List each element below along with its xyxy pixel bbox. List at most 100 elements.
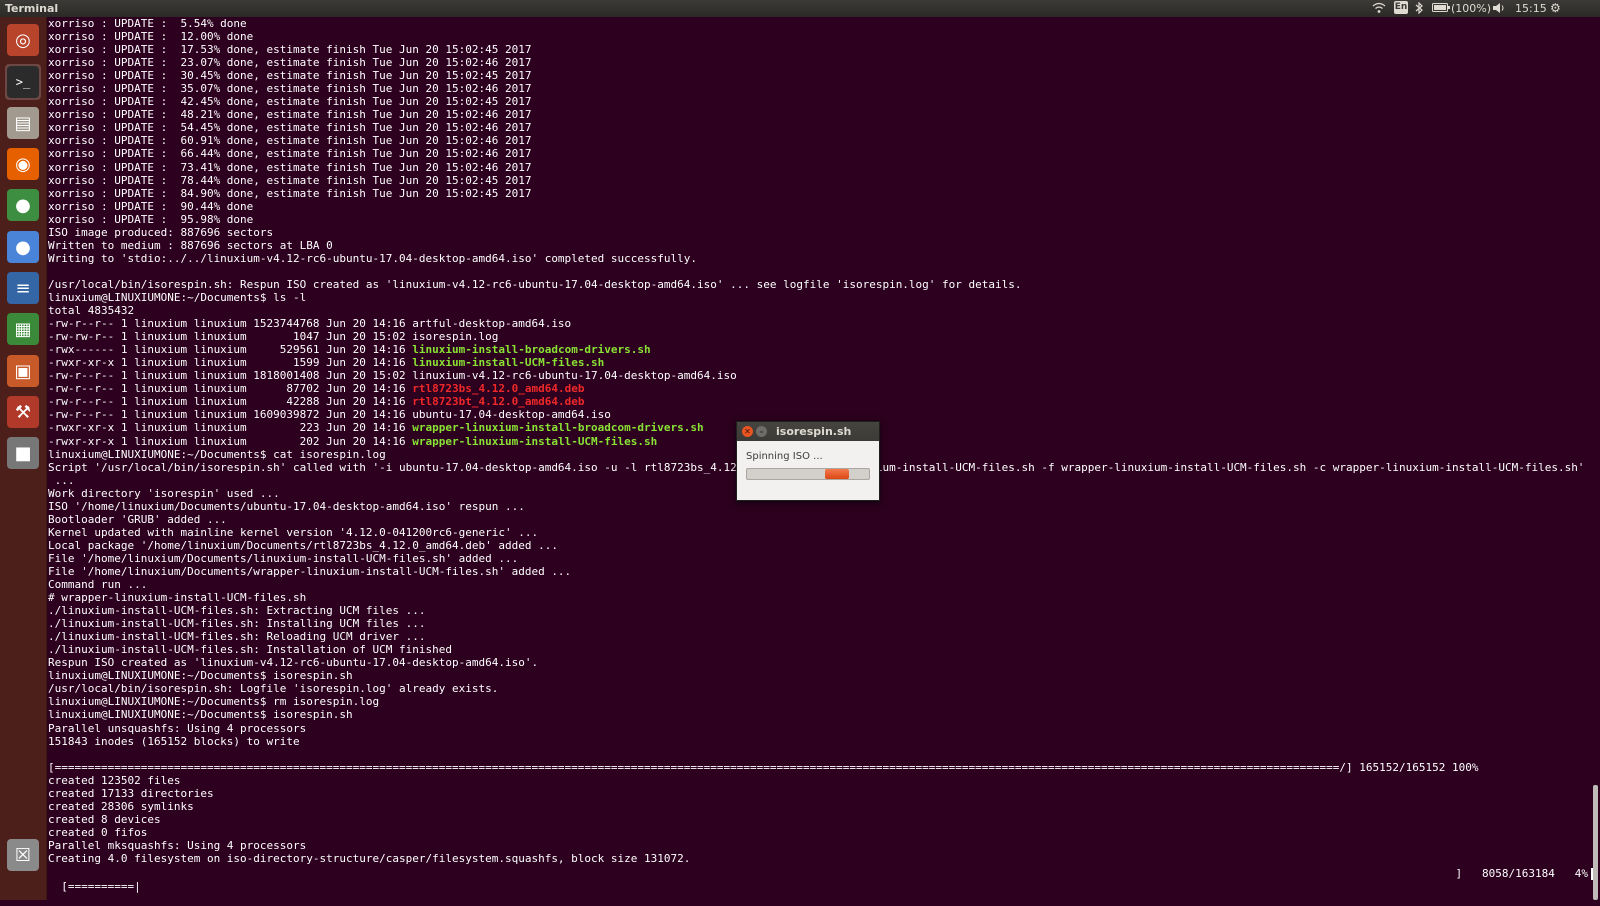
- clock[interactable]: 15:15: [1515, 2, 1547, 15]
- terminal-line: xorriso : UPDATE : 73.41% done, estimate…: [48, 161, 1600, 174]
- terminal-text: xorriso : UPDATE : 84.90% done, estimate…: [48, 186, 532, 200]
- launcher-firefox-button[interactable]: ◉: [5, 146, 41, 182]
- terminal-line: created 0 fifos: [48, 826, 1600, 839]
- bluetooth-icon[interactable]: [1415, 1, 1423, 17]
- terminal-text: Command run ...: [48, 578, 148, 592]
- terminal-text: xorriso : UPDATE : 35.07% done, estimate…: [48, 82, 532, 96]
- minimize-icon[interactable]: –: [756, 426, 767, 437]
- terminal-line: -rwx------ 1 linuxium linuxium 529561 Ju…: [48, 343, 1600, 356]
- terminal-line: -rwxr-xr-x 1 linuxium linuxium 1599 Jun …: [48, 356, 1600, 369]
- terminal-line: -rw-r--r-- 1 linuxium linuxium 152374476…: [48, 317, 1600, 330]
- terminal-line: File '/home/linuxium/Documents/wrapper-l…: [48, 565, 1600, 578]
- terminal-text: -rwxr-xr-x 1 linuxium linuxium 223 Jun 2…: [48, 421, 413, 435]
- launcher-camera-button[interactable]: ■: [5, 435, 41, 471]
- terminal-line: -rw-r--r-- 1 linuxium linuxium 87702 Jun…: [48, 382, 1600, 395]
- terminal-text: /usr/local/bin/isorespin.sh: Respun ISO …: [48, 277, 1022, 291]
- terminal-line: linuxium@LINUXIUMONE:~/Documents$ isores…: [48, 669, 1600, 682]
- terminal-text: [=======================================…: [48, 760, 1479, 774]
- launcher-calc-button[interactable]: ▦: [5, 311, 41, 347]
- terminal-scrollbar[interactable]: [1593, 785, 1598, 900]
- launcher-writer-button[interactable]: ≡: [5, 270, 41, 306]
- terminal-text: ./linuxium-install-UCM-files.sh: Reloadi…: [48, 630, 426, 644]
- terminal-text: -rw-r--r-- 1 linuxium linuxium 87702 Jun…: [48, 382, 413, 396]
- terminal-text: Parallel unsquashfs: Using 4 processors: [48, 721, 307, 735]
- files-icon: ▤: [7, 107, 39, 139]
- terminal-text: 151843 inodes (165152 blocks) to write: [48, 734, 300, 748]
- terminal-line: Writing to 'stdio:../../linuxium-v4.12-r…: [48, 252, 1600, 265]
- terminal-line: ISO '/home/linuxium/Documents/ubuntu-17.…: [48, 500, 1600, 513]
- terminal-line: xorriso : UPDATE : 48.21% done, estimate…: [48, 108, 1600, 121]
- terminal-line: ./linuxium-install-UCM-files.sh: Extract…: [48, 604, 1600, 617]
- terminal-line: xorriso : UPDATE : 17.53% done, estimate…: [48, 43, 1600, 56]
- firefox-icon: ◉: [7, 148, 39, 180]
- terminal-highlighted-text: rtl8723bs_4.12.0_amd64.deb: [412, 382, 585, 396]
- trash-icon: ☒: [7, 839, 39, 871]
- battery-percent: (100%): [1451, 2, 1492, 15]
- terminal-highlighted-text: wrapper-linuxium-install-UCM-files.sh: [412, 434, 658, 448]
- terminal-line: linuxium@LINUXIUMONE:~/Documents$ isores…: [48, 708, 1600, 721]
- terminal-line: linuxium@LINUXIUMONE:~/Documents$ ls -l: [48, 291, 1600, 304]
- launcher-trash-button[interactable]: ☒: [5, 837, 41, 873]
- terminal-line: Kernel updated with mainline kernel vers…: [48, 526, 1600, 539]
- terminal-text: xorriso : UPDATE : 12.00% done: [48, 30, 254, 44]
- launcher-files-button[interactable]: ▤: [5, 105, 41, 141]
- battery-icon[interactable]: [1432, 2, 1450, 16]
- terminal-line: Local package '/home/linuxium/Documents/…: [48, 539, 1600, 552]
- isorespin-dialog: ✕ – isorespin.sh Spinning ISO ...: [736, 421, 880, 501]
- terminal-text: xorriso : UPDATE : 54.45% done, estimate…: [48, 121, 532, 135]
- terminal-text: created 17133 directories: [48, 786, 214, 800]
- terminal-text: xorriso : UPDATE : 66.44% done, estimate…: [48, 147, 532, 161]
- terminal-line: created 17133 directories: [48, 787, 1600, 800]
- writer-icon: ≡: [7, 272, 39, 304]
- impress-icon: ▣: [7, 355, 39, 387]
- terminal-line: Creating 4.0 filesystem on iso-directory…: [48, 852, 1600, 865]
- terminal-line: ./linuxium-install-UCM-files.sh: Install…: [48, 617, 1600, 630]
- terminal-text: -rw-rw-r-- 1 linuxium linuxium 1047 Jun …: [48, 330, 499, 344]
- terminal-line: Written to medium : 887696 sectors at LB…: [48, 239, 1600, 252]
- volume-icon[interactable]: [1492, 2, 1506, 17]
- launcher-impress-button[interactable]: ▣: [5, 353, 41, 389]
- close-icon[interactable]: ✕: [742, 426, 753, 437]
- launcher-ubuntu-dash-button[interactable]: ◎: [5, 22, 41, 58]
- launcher: ◎ >_ ▤ ◉ ● ● ≡ ▦ ▣ ⚒ ■ ☒: [0, 17, 47, 900]
- app-title: Terminal: [5, 2, 59, 15]
- terminal-text: xorriso : UPDATE : 73.41% done, estimate…: [48, 160, 532, 174]
- dialog-message: Spinning ISO ...: [746, 451, 823, 462]
- terminal-text: ./linuxium-install-UCM-files.sh: Install…: [48, 617, 426, 631]
- terminal-line: Bootloader 'GRUB' added ...: [48, 513, 1600, 526]
- terminal-text: File '/home/linuxium/Documents/wrapper-l…: [48, 564, 572, 578]
- launcher-system-settings-button[interactable]: ⚒: [5, 394, 41, 430]
- terminal-text: ./linuxium-install-UCM-files.sh: Extract…: [48, 604, 426, 618]
- launcher-chromium-button[interactable]: ●: [5, 229, 41, 265]
- launcher-terminal-button[interactable]: >_: [5, 64, 41, 100]
- terminal-line: Command run ...: [48, 578, 1600, 591]
- launcher-chrome-button[interactable]: ●: [5, 187, 41, 223]
- terminal-text: xorriso : UPDATE : 78.44% done, estimate…: [48, 173, 532, 187]
- terminal-highlighted-text: linuxium-install-broadcom-drivers.sh: [412, 343, 651, 357]
- wifi-icon[interactable]: [1372, 2, 1386, 17]
- terminal-line: xorriso : UPDATE : 30.45% done, estimate…: [48, 69, 1600, 82]
- settings-gear-icon[interactable]: ⚙: [1550, 1, 1561, 15]
- terminal-text: ...: [48, 473, 75, 487]
- terminal-line: ./linuxium-install-UCM-files.sh: Install…: [48, 643, 1600, 656]
- keyboard-icon[interactable]: En: [1394, 1, 1408, 14]
- terminal-line: xorriso : UPDATE : 60.91% done, estimate…: [48, 134, 1600, 147]
- terminal-text: File '/home/linuxium/Documents/linuxium-…: [48, 551, 519, 565]
- terminal-text: created 28306 symlinks: [48, 799, 194, 813]
- terminal-line: xorriso : UPDATE : 95.98% done: [48, 213, 1600, 226]
- terminal-line: created 123502 files: [48, 774, 1600, 787]
- terminal-text: ISO '/home/linuxium/Documents/ubuntu-17.…: [48, 499, 525, 513]
- terminal-text: -rwxr-xr-x 1 linuxium linuxium 1599 Jun …: [48, 356, 413, 370]
- terminal-highlighted-text: linuxium-install-UCM-files.sh: [412, 356, 605, 370]
- terminal-text: xorriso : UPDATE : 5.54% done: [48, 17, 247, 30]
- terminal-line: Parallel mksquashfs: Using 4 processors: [48, 839, 1600, 852]
- terminal-text: Parallel mksquashfs: Using 4 processors: [48, 838, 307, 852]
- system-settings-icon: ⚒: [7, 396, 39, 428]
- dialog-titlebar[interactable]: ✕ – isorespin.sh: [737, 422, 879, 441]
- terminal-line: total 4835432: [48, 304, 1600, 317]
- chromium-icon: ●: [7, 231, 39, 263]
- squashfs-progress-counts: ] 8058/163184 4%: [1455, 867, 1588, 880]
- terminal-line: xorriso : UPDATE : 35.07% done, estimate…: [48, 82, 1600, 95]
- terminal-text: created 8 devices: [48, 812, 161, 826]
